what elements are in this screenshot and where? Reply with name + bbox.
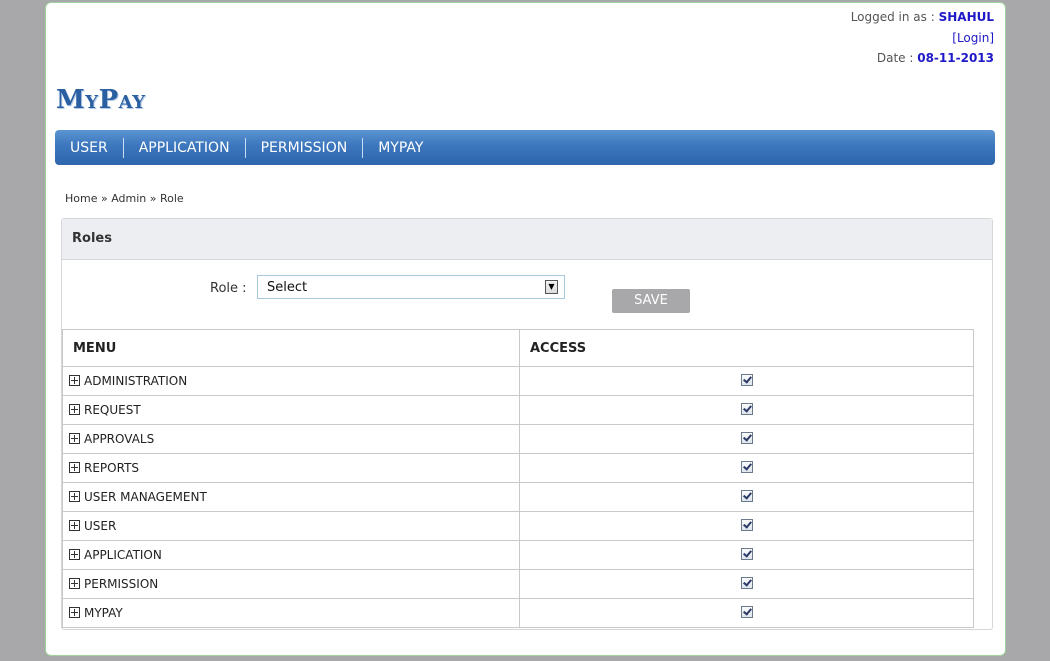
expand-plus-icon[interactable] xyxy=(69,433,80,444)
role-select-value: Select xyxy=(267,280,308,295)
access-cell xyxy=(519,366,974,396)
menu-column-header: MENU xyxy=(62,329,520,367)
expand-plus-icon[interactable] xyxy=(69,462,80,473)
menu-cell: REPORTS xyxy=(62,453,520,483)
menu-cell: MYPAY xyxy=(62,598,520,628)
menu-cell: APPLICATION xyxy=(62,540,520,570)
nav-item-user[interactable]: USER xyxy=(55,138,123,158)
access-checkbox[interactable] xyxy=(740,547,753,560)
expand-plus-icon[interactable] xyxy=(69,491,80,502)
table-row: USER MANAGEMENT xyxy=(62,482,974,512)
menu-label: USER MANAGEMENT xyxy=(84,490,207,504)
panel-title: Roles xyxy=(62,219,992,260)
breadcrumb: Home » Admin » Role xyxy=(65,192,184,205)
table-row: APPROVALS xyxy=(62,424,974,454)
access-cell xyxy=(519,540,974,570)
access-checkbox[interactable] xyxy=(740,402,753,415)
access-cell xyxy=(519,482,974,512)
access-checkbox[interactable] xyxy=(740,460,753,473)
menu-cell: REQUEST xyxy=(62,395,520,425)
date-line: Date : 08-11-2013 xyxy=(851,48,994,69)
access-checkbox[interactable] xyxy=(740,489,753,502)
page-container: Logged in as : SHAHUL [Login] Date : 08-… xyxy=(45,2,1006,656)
menu-cell: APPROVALS xyxy=(62,424,520,454)
menu-label: REQUEST xyxy=(84,403,141,417)
table-row: PERMISSION xyxy=(62,569,974,599)
current-date: 08-11-2013 xyxy=(917,51,994,65)
roles-panel: Roles Role : Select ▼ SAVE MENU ACCESS A… xyxy=(61,218,993,630)
expand-plus-icon[interactable] xyxy=(69,520,80,531)
chevron-down-icon[interactable]: ▼ xyxy=(545,280,558,294)
access-cell xyxy=(519,395,974,425)
login-link[interactable]: Login xyxy=(957,31,989,45)
menu-label: MYPAY xyxy=(84,606,123,620)
login-info: Logged in as : SHAHUL [Login] Date : 08-… xyxy=(851,7,994,69)
expand-plus-icon[interactable] xyxy=(69,607,80,618)
access-cell xyxy=(519,424,974,454)
expand-plus-icon[interactable] xyxy=(69,404,80,415)
nav-item-permission[interactable]: PERMISSION xyxy=(244,137,363,158)
menu-label: USER xyxy=(84,519,117,533)
access-cell xyxy=(519,511,974,541)
date-prefix: Date : xyxy=(876,51,918,65)
logged-in-prefix: Logged in as : xyxy=(850,10,939,24)
nav-item-application[interactable]: APPLICATION xyxy=(122,137,245,158)
access-checkbox[interactable] xyxy=(740,576,753,589)
access-checkbox[interactable] xyxy=(740,373,753,386)
table-header-row: MENU ACCESS xyxy=(62,329,974,367)
app-logo: MyPay xyxy=(56,85,146,115)
table-row: ADMINISTRATION xyxy=(62,366,974,396)
table-row: USER xyxy=(62,511,974,541)
main-nav: USER APPLICATION PERMISSION MYPAY xyxy=(55,130,995,165)
menu-label: APPLICATION xyxy=(84,548,162,562)
menu-cell: USER MANAGEMENT xyxy=(62,482,520,512)
save-button[interactable]: SAVE xyxy=(612,289,690,313)
access-cell xyxy=(519,453,974,483)
expand-plus-icon[interactable] xyxy=(69,578,80,589)
access-column-header: ACCESS xyxy=(519,329,974,367)
access-cell xyxy=(519,598,974,628)
access-cell xyxy=(519,569,974,599)
table-row: APPLICATION xyxy=(62,540,974,570)
login-line: [Login] xyxy=(952,30,994,45)
access-checkbox[interactable] xyxy=(740,605,753,618)
menu-label: PERMISSION xyxy=(84,577,159,591)
expand-plus-icon[interactable] xyxy=(69,375,80,386)
nav-item-mypay[interactable]: MYPAY xyxy=(362,137,438,158)
table-row: MYPAY xyxy=(62,598,974,628)
menu-label: APPROVALS xyxy=(84,432,155,446)
logged-in-line: Logged in as : SHAHUL xyxy=(851,7,994,28)
role-select[interactable]: Select ▼ xyxy=(257,275,565,299)
menu-access-table: MENU ACCESS ADMINISTRATION REQUEST APPRO… xyxy=(62,329,974,628)
table-row: REPORTS xyxy=(62,453,974,483)
table-row: REQUEST xyxy=(62,395,974,425)
access-checkbox[interactable] xyxy=(740,518,753,531)
menu-label: ADMINISTRATION xyxy=(84,374,188,388)
menu-cell: USER xyxy=(62,511,520,541)
menu-cell: ADMINISTRATION xyxy=(62,366,520,396)
username: SHAHUL xyxy=(938,10,994,24)
menu-cell: PERMISSION xyxy=(62,569,520,599)
menu-label: REPORTS xyxy=(84,461,140,475)
expand-plus-icon[interactable] xyxy=(69,549,80,560)
role-label: Role : xyxy=(210,281,247,296)
access-checkbox[interactable] xyxy=(740,431,753,444)
